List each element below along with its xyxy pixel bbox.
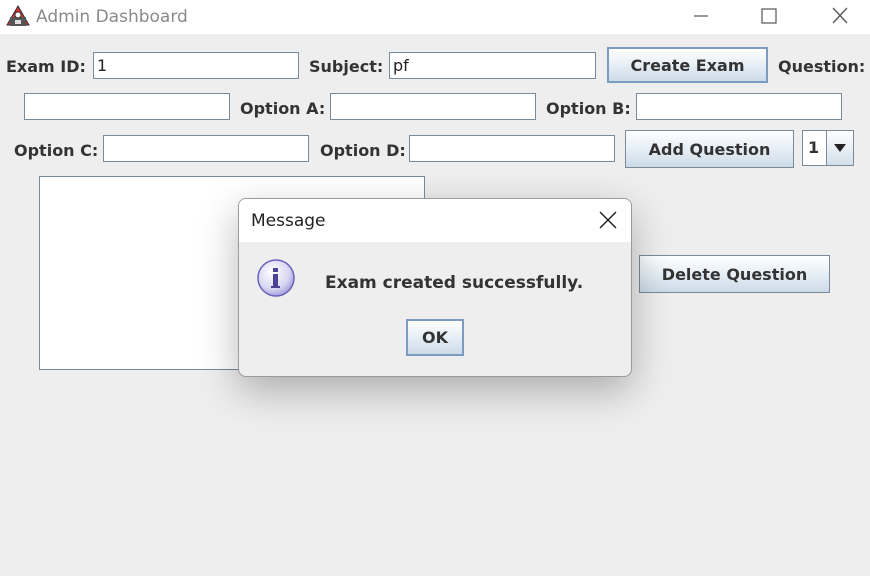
dialog-title: Message (251, 211, 326, 231)
option-c-field[interactable] (103, 135, 309, 162)
correct-answer-select[interactable]: 1 (802, 130, 854, 166)
delete-question-button[interactable]: Delete Question (639, 255, 830, 293)
dialog-message: Exam created successfully. (325, 273, 584, 293)
option-d-label: Option D: (320, 141, 406, 160)
dialog-title-bar: Message (239, 199, 631, 242)
window-title: Admin Dashboard (36, 7, 188, 27)
question-field[interactable] (24, 93, 230, 120)
subject-field[interactable]: pf (389, 52, 596, 79)
question-label: Question: (778, 57, 866, 76)
correct-answer-value: 1 (808, 138, 820, 157)
info-icon (256, 258, 296, 298)
dialog-close-button[interactable] (597, 209, 619, 231)
option-a-field[interactable] (330, 93, 536, 120)
option-d-field[interactable] (409, 135, 615, 162)
chevron-down-icon[interactable] (826, 131, 853, 165)
minimize-button[interactable] (687, 4, 715, 28)
option-c-label: Option C: (14, 141, 99, 160)
java-app-icon (6, 5, 30, 27)
option-b-label: Option B: (546, 99, 631, 118)
close-icon (599, 211, 617, 229)
title-bar: Admin Dashboard (0, 0, 870, 34)
ok-button[interactable]: OK (406, 319, 464, 356)
subject-label: Subject: (309, 57, 384, 76)
exam-id-field[interactable]: 1 (93, 52, 299, 79)
option-a-label: Option A: (240, 99, 326, 118)
message-dialog: Message Exam created successfully. OK (238, 198, 632, 377)
exam-id-label: Exam ID: (6, 57, 86, 76)
add-question-button[interactable]: Add Question (625, 130, 794, 168)
close-window-button[interactable] (826, 4, 854, 28)
create-exam-button[interactable]: Create Exam (607, 47, 768, 83)
option-b-field[interactable] (636, 93, 842, 120)
maximize-button[interactable] (755, 4, 783, 28)
